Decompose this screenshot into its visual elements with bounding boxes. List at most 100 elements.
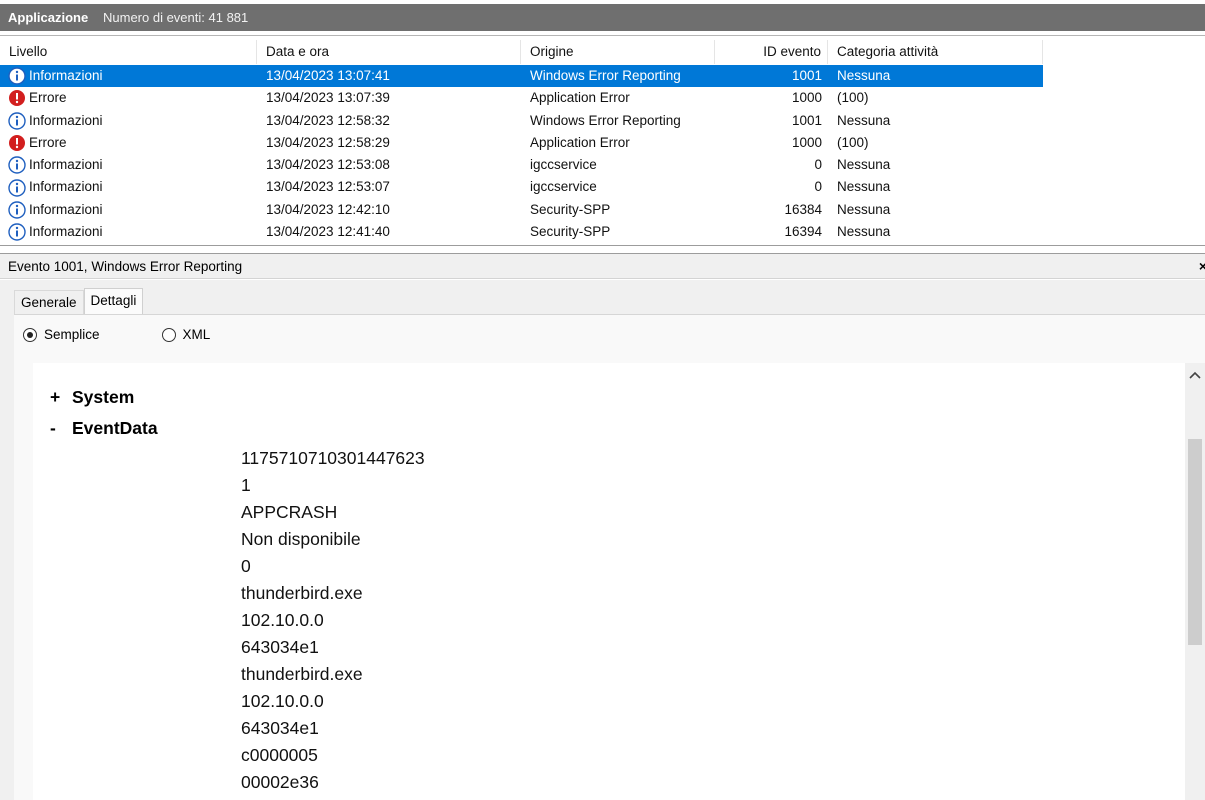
cell-category: (100): [837, 90, 869, 106]
table-row[interactable]: Errore 13/04/2023 12:58:29 Application Err…: [0, 132, 1043, 154]
cell-level: Informazioni: [0, 176, 257, 198]
info-icon: [8, 178, 26, 197]
cell-event-id: 1001: [791, 112, 822, 128]
cell-event-id: 16394: [784, 224, 822, 240]
event-details-view: + System - EventData 1175710710301447623…: [33, 363, 1185, 800]
cell-source: Windows Error Reporting: [530, 112, 681, 128]
table-row[interactable]: Informazioni 13/04/2023 13:07:41 Windows E…: [0, 65, 1043, 88]
table-row[interactable]: Informazioni 13/04/2023 12:42:10 Security-…: [0, 199, 1043, 221]
cell-level: Informazioni: [0, 65, 257, 87]
eventdata-values: 1175710710301447623 1 APPCRASH Non disponib…: [241, 445, 425, 796]
collapse-icon[interactable]: -: [50, 418, 72, 439]
eventdata-value: APPCRASH: [241, 502, 338, 522]
cell-level: Errore: [0, 132, 257, 154]
level-text: Informazioni: [29, 201, 103, 217]
column-header-datetime[interactable]: Data e ora: [257, 40, 521, 64]
info-icon: [8, 67, 26, 85]
eventdata-value: thunderbird.exe: [241, 583, 363, 603]
column-header-category[interactable]: Categoria attività: [828, 40, 1043, 64]
cell-category: Nessuna: [837, 157, 891, 173]
cell-level: Errore: [0, 87, 257, 109]
expand-icon[interactable]: +: [50, 387, 72, 408]
cell-source: igccservice: [530, 179, 597, 195]
eventdata-value: c0000005: [241, 745, 318, 765]
cell-source: igccservice: [530, 157, 597, 173]
table-row[interactable]: Informazioni 13/04/2023 12:53:07 igccservi…: [0, 176, 1043, 198]
scroll-thumb[interactable]: [1188, 439, 1202, 645]
eventdata-value: 102.10.0.0: [241, 610, 324, 630]
radio-unselected-icon[interactable]: [161, 327, 176, 342]
cell-datetime: 13/04/2023 12:53:08: [266, 157, 390, 173]
table-row[interactable]: Errore 13/04/2023 13:07:39 Application Err…: [0, 87, 1043, 109]
details-tab-body: Semplice XML + System - EventData 117571…: [14, 314, 1205, 800]
cell-source: Application Error: [530, 90, 630, 106]
info-icon: [8, 112, 26, 130]
event-list[interactable]: Livello Data e ora Origine ID evento Cat…: [0, 35, 1205, 246]
cell-event-id: 1000: [791, 90, 822, 106]
table-row[interactable]: Informazioni 13/04/2023 12:41:40 Security-…: [0, 221, 1043, 243]
cell-source: Application Error: [530, 134, 630, 150]
cell-level: Informazioni: [0, 110, 257, 132]
eventdata-node[interactable]: - EventData: [50, 418, 158, 439]
table-row[interactable]: Informazioni 13/04/2023 12:58:32 Windows E…: [0, 110, 1043, 132]
level-text: Informazioni: [29, 68, 103, 83]
cell-category: Nessuna: [837, 201, 891, 217]
level-text: Errore: [29, 90, 67, 106]
cell-category: Nessuna: [837, 179, 891, 195]
level-text: Informazioni: [29, 112, 103, 128]
column-header-event-id[interactable]: ID evento: [715, 40, 828, 64]
cell-datetime: 13/04/2023 12:58:29: [266, 134, 390, 150]
cell-source: Windows Error Reporting: [530, 68, 681, 83]
cell-event-id: 0: [814, 179, 822, 195]
details-scrollbar[interactable]: [1185, 363, 1205, 800]
tab-generale[interactable]: Generale: [14, 290, 84, 314]
eventdata-value: thunderbird.exe: [241, 664, 363, 684]
error-icon: [9, 135, 25, 152]
event-rows: Informazioni 13/04/2023 13:07:41 Windows E…: [0, 65, 1043, 243]
cell-source: Security-SPP: [530, 201, 611, 217]
cell-datetime: 13/04/2023 12:53:07: [266, 179, 390, 195]
column-header-level[interactable]: Livello: [0, 40, 257, 64]
eventdata-node-label: EventData: [72, 418, 158, 438]
eventdata-value: 0: [241, 556, 251, 576]
cell-datetime: 13/04/2023 13:07:41: [266, 68, 390, 83]
cell-level: Informazioni: [0, 154, 257, 176]
eventdata-value: 643034e1: [241, 718, 319, 738]
radio-semplice[interactable]: Semplice: [23, 327, 100, 342]
eventdata-value: 643034e1: [241, 637, 319, 657]
radio-selected-icon[interactable]: [23, 327, 37, 342]
cell-category: (100): [837, 134, 869, 150]
eventdata-value: Non disponibile: [241, 529, 361, 549]
error-icon: [9, 90, 25, 107]
cell-datetime: 13/04/2023 12:58:32: [266, 112, 390, 128]
radio-xml[interactable]: XML: [161, 327, 210, 342]
table-row[interactable]: Informazioni 13/04/2023 12:53:08 igccservi…: [0, 154, 1043, 176]
eventdata-value: 1: [241, 475, 251, 495]
cell-level: Informazioni: [0, 199, 257, 221]
info-icon: [8, 156, 26, 175]
event-count: Numero di eventi: 41 881: [103, 10, 249, 25]
log-name: Applicazione: [8, 10, 89, 25]
cell-category: Nessuna: [837, 68, 891, 83]
cell-event-id: 1001: [791, 68, 822, 83]
radio-semplice-label: Semplice: [44, 327, 100, 342]
cell-event-id: 0: [814, 157, 822, 173]
view-mode-radios: Semplice XML: [23, 327, 210, 342]
column-header-source[interactable]: Origine: [521, 40, 715, 64]
cell-level: Informazioni: [0, 221, 257, 243]
log-title-bar: Applicazione Numero di eventi: 41 881: [0, 4, 1205, 31]
scroll-up-icon[interactable]: [1188, 369, 1202, 383]
close-icon[interactable]: ×: [1199, 258, 1205, 274]
eventdata-value: 102.10.0.0: [241, 691, 324, 711]
event-detail-panel: Generale Dettagli Semplice XML + System …: [0, 280, 1205, 800]
system-node[interactable]: + System: [50, 387, 134, 408]
event-detail-header: Evento 1001, Windows Error Reporting ×: [0, 253, 1205, 279]
cell-datetime: 13/04/2023 12:42:10: [266, 201, 390, 217]
event-list-header: Livello Data e ora Origine ID evento Cat…: [0, 40, 1043, 64]
tab-dettagli[interactable]: Dettagli: [83, 288, 144, 315]
cell-category: Nessuna: [837, 224, 891, 240]
eventdata-value: 1175710710301447623: [241, 448, 425, 468]
event-detail-title: Evento 1001, Windows Error Reporting: [8, 258, 243, 274]
level-text: Informazioni: [29, 179, 103, 195]
level-text: Informazioni: [29, 157, 103, 173]
